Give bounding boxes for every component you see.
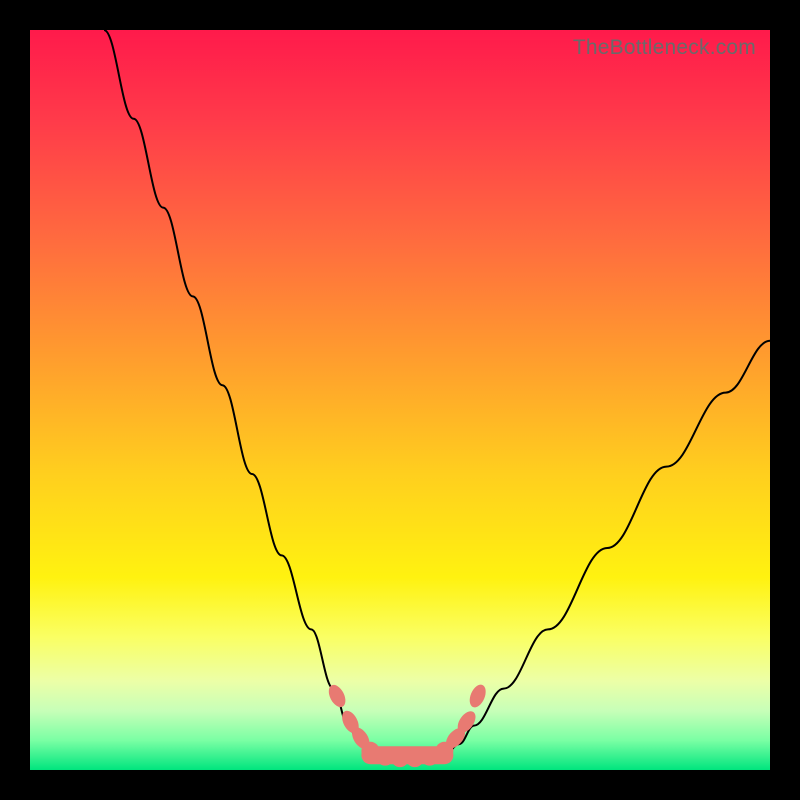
marker-group xyxy=(325,682,488,767)
curve-marker xyxy=(467,682,489,710)
bottleneck-curve xyxy=(30,30,770,770)
v-curve-path xyxy=(104,30,770,759)
plot-area: TheBottleneck.com xyxy=(30,30,770,770)
chart-frame: TheBottleneck.com xyxy=(0,0,800,800)
curve-marker xyxy=(325,682,348,710)
